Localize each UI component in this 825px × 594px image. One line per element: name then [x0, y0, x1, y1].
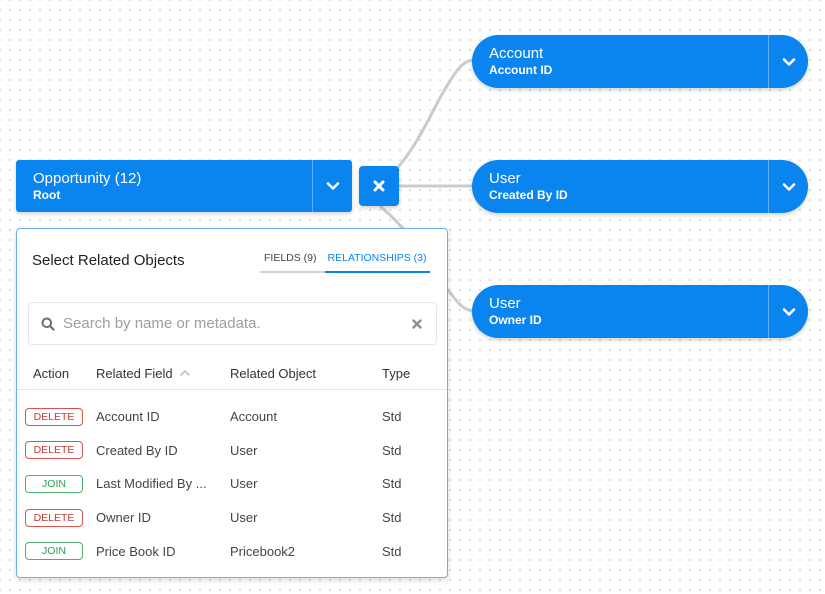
search-input[interactable]: [63, 315, 410, 332]
related-object-cell: User: [230, 510, 258, 526]
search-icon: [41, 317, 55, 331]
delete-button[interactable]: DELETE: [25, 407, 83, 426]
related-object-cell: User: [230, 442, 258, 458]
table-row: DELETE Account ID Account Std: [17, 400, 447, 434]
table-row: JOIN Last Modified By ... User Std: [17, 467, 447, 501]
child-node-expand-button[interactable]: [768, 35, 808, 88]
sort-ascending-icon: [179, 370, 190, 376]
chevron-down-icon: [782, 307, 795, 316]
action-cell: JOIN: [17, 542, 96, 561]
child-node-subtitle: Created By ID: [489, 188, 568, 202]
root-node-title: Opportunity (12): [33, 169, 142, 187]
related-object-cell: Pricebook2: [230, 543, 296, 559]
child-node-expand-button[interactable]: [768, 285, 808, 338]
column-header-related-object: Related Object: [230, 365, 316, 381]
close-icon: [373, 180, 385, 192]
column-header-type: Type: [382, 365, 411, 381]
child-node-text: Account Account ID: [472, 35, 768, 88]
child-node-user-owner[interactable]: User Owner ID: [472, 285, 808, 338]
related-field-cell: Price Book ID: [96, 543, 176, 559]
child-node-title: User: [489, 170, 521, 187]
table-row: JOIN Price Book ID Pricebook2 Std: [17, 534, 447, 568]
child-node-title: User: [489, 295, 521, 312]
related-object-cell: User: [230, 476, 258, 492]
type-cell: Std: [382, 476, 402, 492]
child-node-subtitle: Owner ID: [489, 313, 542, 327]
column-header-related-field[interactable]: Related Field: [96, 366, 230, 381]
remove-relationship-button[interactable]: [359, 166, 399, 206]
action-cell: DELETE: [17, 441, 96, 460]
relationships-table: Action Related Field Related Object Type…: [17, 357, 447, 568]
clear-search-icon[interactable]: [410, 317, 424, 331]
chevron-down-icon: [326, 182, 339, 190]
table-header: Action Related Field Related Object Type: [17, 357, 447, 390]
root-node-subtitle: Root: [33, 187, 61, 202]
root-node-text: Opportunity (12) Root: [16, 160, 312, 212]
child-node-text: User Owner ID: [472, 285, 768, 338]
action-cell: JOIN: [17, 474, 96, 493]
type-cell: Std: [382, 510, 402, 526]
action-cell: DELETE: [17, 508, 96, 527]
related-field-cell: Owner ID: [96, 510, 151, 526]
child-node-subtitle: Account ID: [489, 63, 553, 77]
root-node-expand-button[interactable]: [312, 160, 352, 212]
search-box: [28, 302, 437, 345]
column-header-label: Related Field: [96, 365, 173, 381]
column-header-action: Action: [33, 365, 70, 381]
delete-button[interactable]: DELETE: [25, 441, 83, 460]
related-objects-panel: Select Related Objects FIELDS (9) RELATI…: [16, 228, 448, 578]
child-node-expand-button[interactable]: [768, 160, 808, 213]
join-button[interactable]: JOIN: [25, 542, 83, 561]
panel-title: Select Related Objects: [32, 252, 185, 269]
chevron-down-icon: [782, 182, 795, 191]
child-node-user-created-by[interactable]: User Created By ID: [472, 160, 808, 213]
join-button[interactable]: JOIN: [25, 474, 83, 493]
related-object-cell: Account: [230, 409, 277, 425]
child-node-title: Account: [489, 45, 544, 62]
type-cell: Std: [382, 543, 402, 559]
related-field-cell: Account ID: [96, 409, 160, 425]
tab-fields[interactable]: FIELDS (9): [260, 252, 325, 273]
table-row: DELETE Owner ID User Std: [17, 501, 447, 535]
table-row: DELETE Created By ID User Std: [17, 434, 447, 468]
chevron-down-icon: [782, 57, 795, 66]
related-field-cell: Last Modified By ...: [96, 476, 207, 492]
type-cell: Std: [382, 409, 402, 425]
table-body: DELETE Account ID Account Std DELETE Cre…: [17, 390, 447, 568]
related-field-cell: Created By ID: [96, 442, 178, 458]
action-cell: DELETE: [17, 407, 96, 426]
panel-tabs: FIELDS (9) RELATIONSHIPS (3): [260, 252, 430, 273]
type-cell: Std: [382, 442, 402, 458]
child-node-text: User Created By ID: [472, 160, 768, 213]
tab-relationships[interactable]: RELATIONSHIPS (3): [324, 252, 430, 273]
child-node-account[interactable]: Account Account ID: [472, 35, 808, 88]
delete-button[interactable]: DELETE: [25, 508, 83, 527]
root-node-opportunity[interactable]: Opportunity (12) Root: [16, 160, 352, 212]
